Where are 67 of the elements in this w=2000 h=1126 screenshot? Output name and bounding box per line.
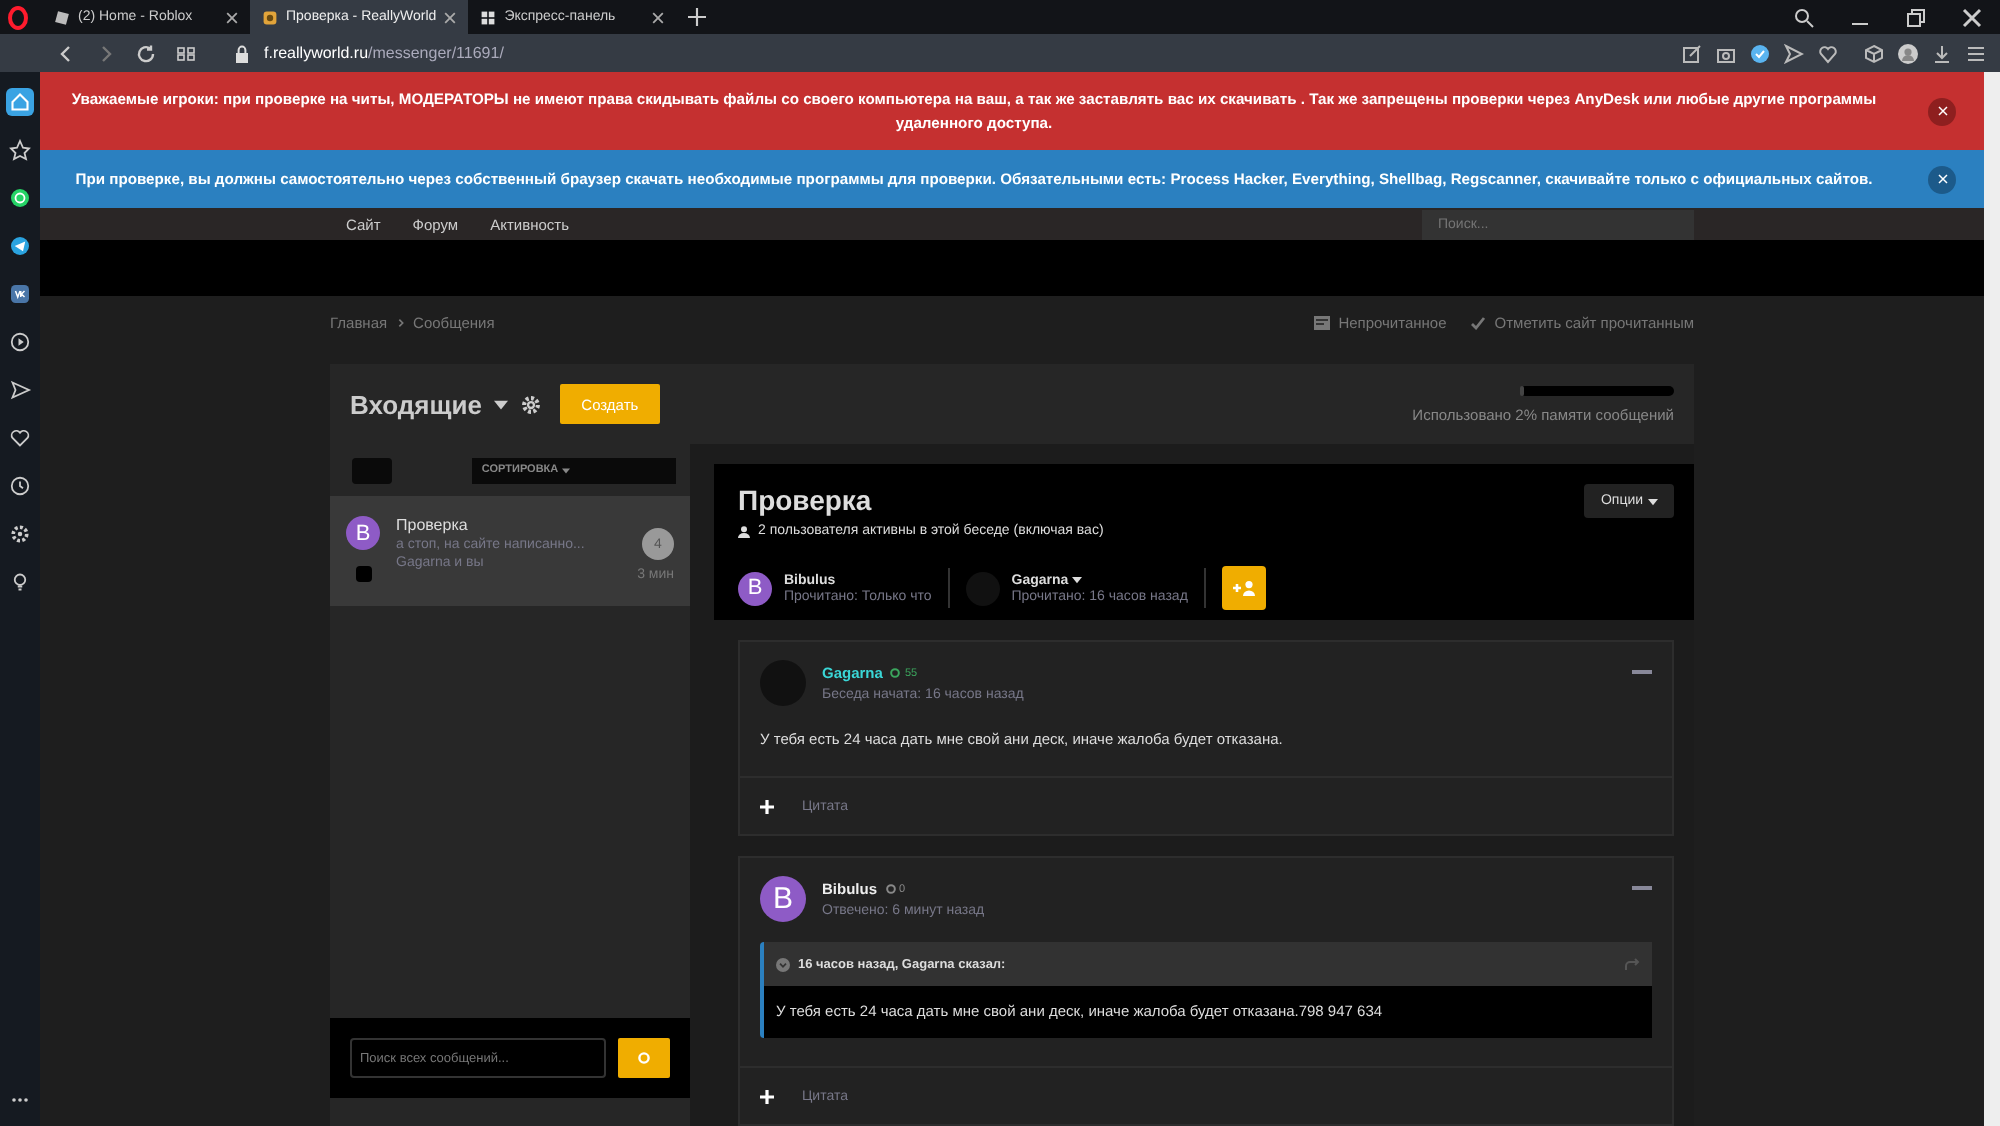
plus-icon[interactable] xyxy=(760,1089,774,1103)
home-icon[interactable] xyxy=(6,88,34,116)
address-field[interactable]: f.reallyworld.ru/messenger/11691/ xyxy=(264,44,504,62)
browser-logo[interactable] xyxy=(6,5,30,29)
checkbox[interactable] xyxy=(355,566,371,582)
chevron-icon[interactable] xyxy=(776,957,790,971)
whatsapp-icon[interactable] xyxy=(6,184,34,212)
inbox-title[interactable]: Входящие xyxy=(350,389,482,419)
settings-icon[interactable] xyxy=(1966,43,1986,63)
shield-icon[interactable] xyxy=(1750,43,1770,63)
back-icon[interactable] xyxy=(56,43,76,63)
conversation-title: Проверка xyxy=(738,484,872,516)
circle-icon xyxy=(638,1052,650,1064)
gear-icon[interactable] xyxy=(6,520,34,548)
close-icon[interactable] xyxy=(1962,7,1982,27)
check-icon xyxy=(1470,315,1487,329)
send-icon[interactable] xyxy=(6,376,34,404)
play-icon[interactable] xyxy=(6,328,34,356)
heart-icon[interactable] xyxy=(1818,43,1838,63)
newspaper-icon xyxy=(1314,315,1331,329)
conversation-title: Проверка xyxy=(396,516,470,534)
close-icon xyxy=(1937,174,1947,184)
caret-icon xyxy=(493,399,508,409)
points-icon xyxy=(890,668,901,678)
lock-icon xyxy=(232,43,252,63)
camera-icon[interactable] xyxy=(1716,43,1736,63)
send-icon[interactable] xyxy=(1784,43,1804,63)
caret-icon xyxy=(562,467,571,473)
points-icon xyxy=(885,884,895,894)
edit-icon[interactable] xyxy=(1682,43,1702,63)
more-icon[interactable] xyxy=(1632,668,1652,676)
invite-button[interactable] xyxy=(1221,566,1266,610)
caret-icon xyxy=(1647,497,1658,505)
settings-icon[interactable] xyxy=(519,393,542,415)
avatar: B xyxy=(760,876,806,922)
clock-icon[interactable] xyxy=(6,472,34,500)
scrollbar[interactable] xyxy=(1984,72,2000,1126)
telegram-icon[interactable] xyxy=(6,232,34,260)
close-icon[interactable] xyxy=(444,11,457,23)
add-user-icon xyxy=(1231,580,1256,596)
forward-icon[interactable] xyxy=(96,43,116,63)
search-icon[interactable] xyxy=(1794,7,1814,27)
profile-icon[interactable] xyxy=(1898,43,1918,63)
grid-icon xyxy=(480,9,497,25)
download-icon[interactable] xyxy=(1932,43,1952,63)
cube-icon[interactable] xyxy=(1864,43,1884,63)
site-icon xyxy=(262,9,278,25)
avatar: B xyxy=(738,571,772,605)
close-button[interactable] xyxy=(1928,97,1956,125)
grid-icon[interactable] xyxy=(176,43,196,63)
restore-icon[interactable] xyxy=(1906,7,1926,27)
caret-icon xyxy=(1072,576,1083,584)
close-icon[interactable] xyxy=(226,11,238,23)
vk-icon[interactable] xyxy=(6,280,34,308)
close-icon[interactable] xyxy=(652,11,665,23)
close-button[interactable] xyxy=(1928,165,1956,193)
close-icon xyxy=(1937,106,1947,116)
star-icon[interactable] xyxy=(6,136,34,164)
chevron-icon xyxy=(395,317,406,327)
plus-icon[interactable] xyxy=(760,799,774,813)
heart-icon[interactable] xyxy=(6,424,34,452)
avatar: B xyxy=(346,516,380,550)
new-tab-icon[interactable] xyxy=(688,8,707,26)
page-icon xyxy=(54,9,70,25)
more-icon[interactable] xyxy=(1632,884,1652,892)
reload-icon[interactable] xyxy=(136,43,156,63)
user-icon xyxy=(738,525,750,537)
